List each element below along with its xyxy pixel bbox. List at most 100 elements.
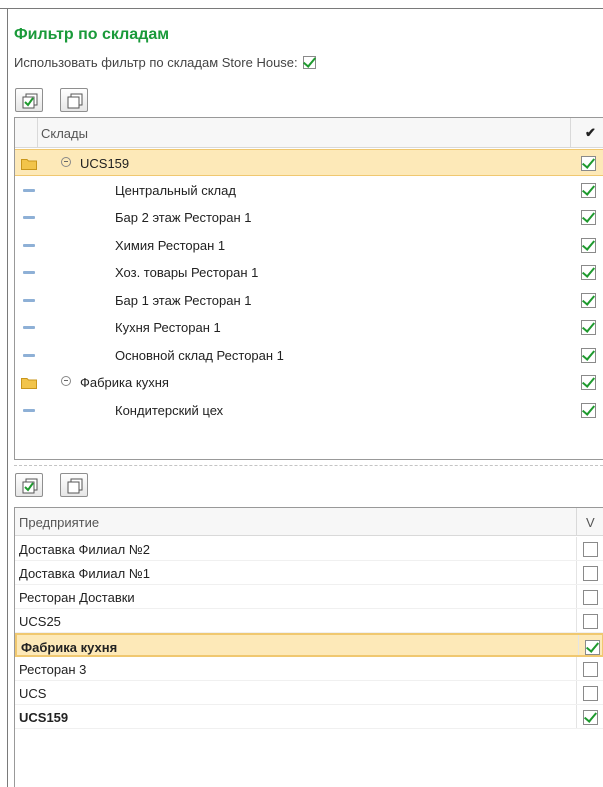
enterprise-label: UCS25 — [19, 614, 61, 629]
warehouse-label: Основной склад Ресторан 1 — [115, 347, 284, 363]
warehouse-row[interactable]: Химия Ресторан 1 — [15, 232, 603, 259]
warehouse-checkbox[interactable] — [581, 210, 596, 226]
enterprise-row[interactable]: Доставка Филиал №2 — [15, 537, 603, 561]
warehouse-row[interactable]: Основной склад Ресторан 1 — [15, 342, 603, 369]
check-column-header[interactable]: ✔ — [585, 125, 596, 141]
warehouse-checkbox-cell — [581, 237, 596, 253]
use-filter-label: Использовать фильтр по складам Store Hou… — [14, 55, 298, 70]
enterprise-label: Ресторан Доставки — [19, 590, 135, 605]
warehouse-group-row[interactable]: UCS159 — [15, 149, 603, 176]
item-dash-icon — [23, 326, 35, 329]
enterprise-checkbox-cell — [583, 685, 598, 702]
warehouses-header: Склады ✔ — [15, 118, 603, 148]
enterprise-checkbox[interactable] — [583, 590, 598, 606]
uncheck-all-enterprises-button[interactable] — [60, 473, 88, 497]
uncheck-all-icon — [67, 93, 83, 109]
item-dash-icon — [23, 243, 35, 247]
panel-left-border — [7, 8, 8, 787]
enterprise-checkbox[interactable] — [585, 640, 600, 656]
warehouse-checkbox-cell — [581, 319, 596, 336]
warehouse-checkbox[interactable] — [581, 182, 596, 198]
enterprise-checkbox-cell — [583, 709, 598, 726]
warehouse-checkbox-cell — [581, 347, 596, 363]
enterprise-row[interactable]: Фабрика кухня — [15, 633, 603, 657]
enterprise-checkbox-cell — [583, 565, 598, 582]
column-separator — [576, 681, 577, 704]
enterprise-row[interactable]: Ресторан Доставки — [15, 585, 603, 609]
item-dash-icon — [23, 298, 35, 302]
warehouse-group-label: Фабрика кухня — [80, 375, 169, 390]
check-all-icon — [22, 478, 38, 494]
warehouses-column-header[interactable]: Склады — [41, 126, 88, 141]
warehouses-grid: Склады ✔ UCS159 Центральный склад Бар 2 эт… — [14, 117, 603, 460]
warehouse-checkbox[interactable] — [581, 237, 596, 253]
check-all-icon — [22, 93, 38, 109]
enterprise-label: Ресторан 3 — [19, 662, 87, 677]
item-dash-icon — [23, 271, 35, 274]
enterprise-row[interactable]: Доставка Филиал №1 — [15, 561, 603, 585]
enterprise-checkbox-cell — [583, 541, 598, 558]
item-dash-icon — [23, 188, 35, 192]
collapse-toggle-icon[interactable] — [61, 157, 71, 167]
warehouse-row[interactable]: Кухня Ресторан 1 — [15, 314, 603, 341]
warehouse-label: Кондитерский цех — [115, 402, 224, 418]
enterprise-checkbox-cell — [583, 589, 598, 606]
column-separator — [576, 705, 577, 728]
column-separator — [576, 585, 577, 608]
splitter[interactable] — [14, 465, 603, 466]
column-separator — [576, 609, 577, 632]
warehouse-row[interactable]: Бар 2 этаж Ресторан 1 — [15, 204, 603, 231]
enterprise-checkbox[interactable] — [583, 662, 598, 678]
header-separator — [570, 118, 571, 148]
enterprise-label: Доставка Филиал №1 — [19, 566, 151, 581]
warehouse-label: Хоз. товары Ресторан 1 — [115, 265, 259, 280]
enterprise-checkbox-cell — [585, 639, 600, 656]
warehouse-row[interactable]: Кондитерский цех — [15, 397, 603, 424]
warehouse-label: Бар 1 этаж Ресторан 1 — [115, 292, 252, 308]
warehouse-checkbox[interactable] — [581, 402, 596, 418]
use-filter-checkbox[interactable] — [302, 56, 316, 69]
enterprise-row[interactable]: UCS25 — [15, 609, 603, 633]
warehouse-row[interactable]: Центральный склад — [15, 177, 603, 204]
enterprise-row[interactable]: Ресторан 3 — [15, 657, 603, 681]
warehouse-checkbox-cell — [581, 155, 596, 172]
enterprise-row[interactable]: UCS159 — [15, 705, 603, 729]
warehouse-checkbox[interactable] — [581, 156, 596, 172]
check-all-warehouses-button[interactable] — [15, 88, 43, 112]
item-dash-icon — [23, 353, 35, 357]
enterprise-row[interactable]: UCS — [15, 681, 603, 705]
warehouse-checkbox[interactable] — [581, 292, 596, 308]
warehouse-label: Бар 2 этаж Ресторан 1 — [115, 210, 252, 225]
warehouse-checkbox[interactable] — [581, 375, 596, 391]
warehouse-checkbox[interactable] — [581, 347, 596, 363]
enterprise-checkbox[interactable] — [583, 686, 598, 702]
warehouse-label: Центральный склад — [115, 182, 236, 198]
warehouse-group-row[interactable]: Фабрика кухня — [15, 369, 603, 396]
warehouse-label: Химия Ресторан 1 — [115, 237, 226, 253]
enterprises-grid: Предприятие V Доставка Филиал №2 Доставка… — [14, 507, 603, 787]
v-column-header[interactable]: V — [586, 515, 595, 530]
column-separator — [578, 635, 579, 655]
warehouse-row[interactable]: Хоз. товары Ресторан 1 — [15, 259, 603, 286]
check-all-enterprises-button[interactable] — [15, 473, 43, 497]
enterprise-checkbox[interactable] — [583, 614, 598, 630]
warehouse-checkbox[interactable] — [581, 320, 596, 336]
folder-icon — [21, 159, 37, 170]
warehouse-checkbox-cell — [581, 209, 596, 226]
enterprises-header: Предприятие V — [15, 508, 603, 536]
page-title: Фильтр по складам — [14, 26, 170, 43]
enterprise-label: Фабрика кухня — [21, 640, 118, 655]
warehouse-row[interactable]: Бар 1 этаж Ресторан 1 — [15, 287, 603, 314]
enterprise-checkbox[interactable] — [583, 566, 598, 582]
enterprise-column-header[interactable]: Предприятие — [19, 515, 99, 530]
enterprise-checkbox[interactable] — [583, 542, 598, 558]
column-separator — [576, 561, 577, 584]
warehouse-checkbox[interactable] — [581, 265, 596, 281]
enterprise-checkbox[interactable] — [583, 710, 598, 726]
collapse-toggle-icon[interactable] — [61, 376, 71, 386]
warehouse-checkbox-cell — [581, 402, 596, 418]
item-dash-icon — [23, 408, 35, 412]
uncheck-all-warehouses-button[interactable] — [60, 88, 88, 112]
enterprise-label: UCS159 — [19, 710, 69, 725]
enterprise-checkbox-cell — [583, 661, 598, 678]
